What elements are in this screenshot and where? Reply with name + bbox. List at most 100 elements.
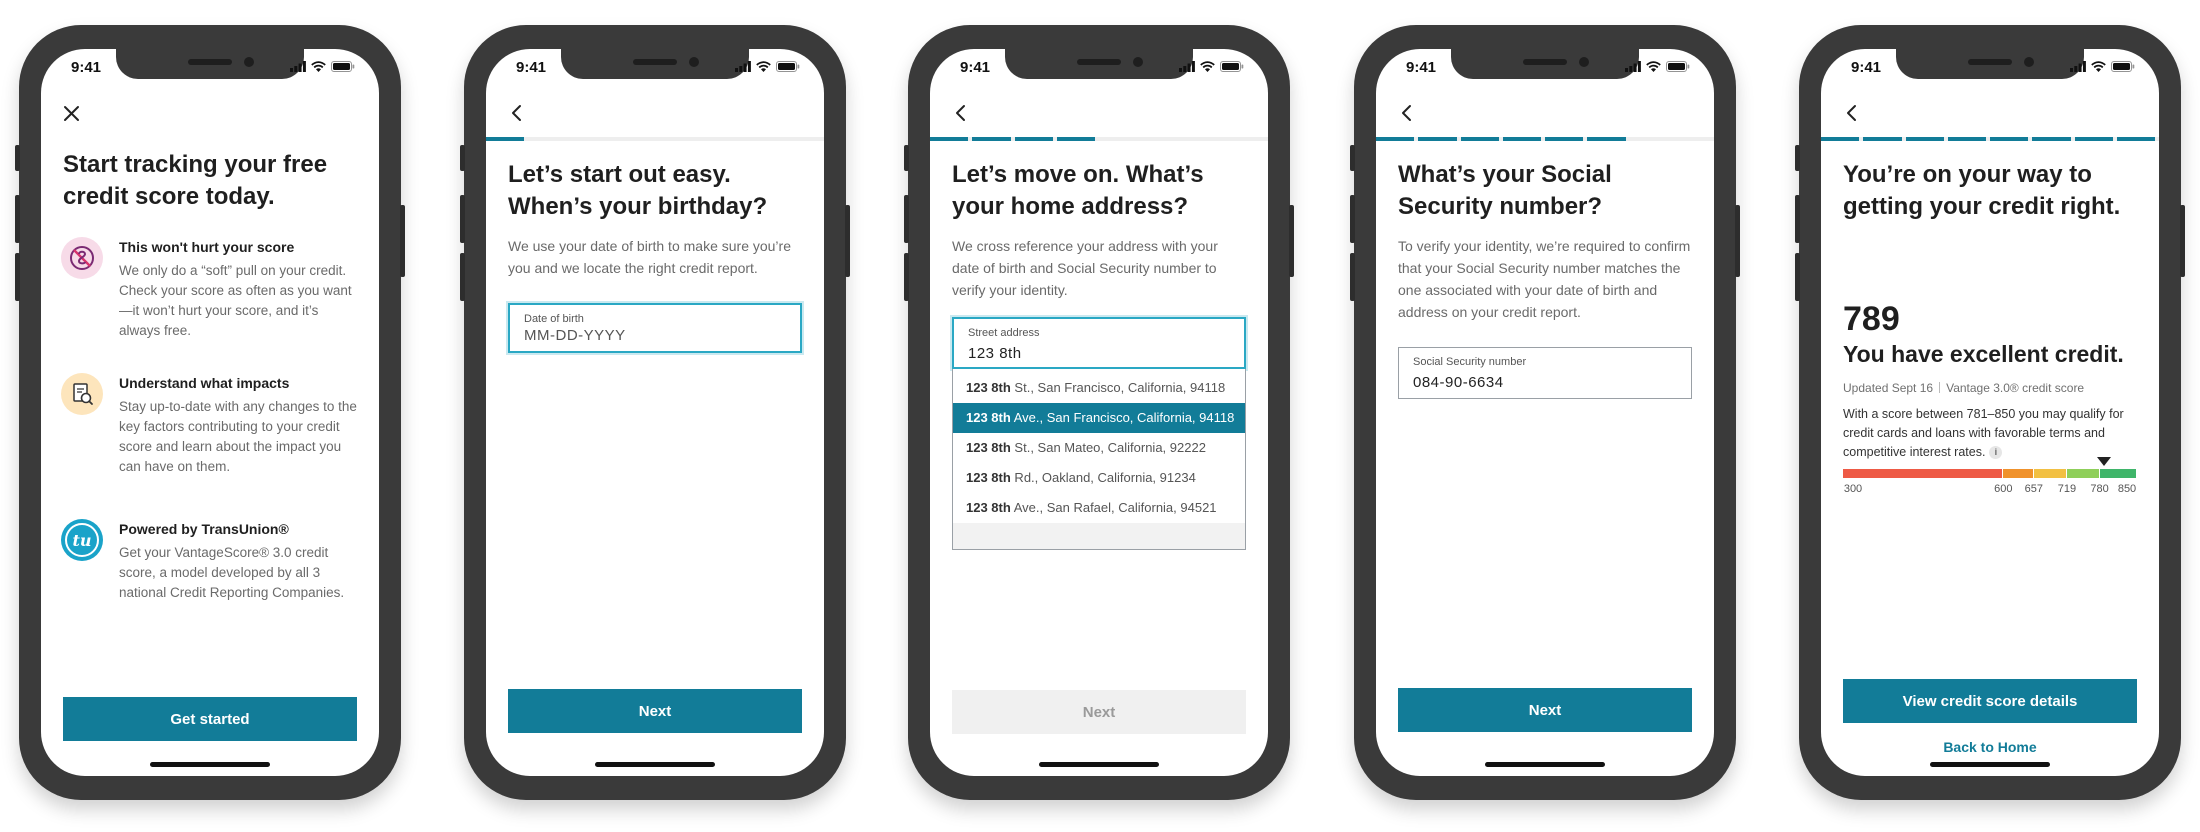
view-credit-score-details-button[interactable]: View credit score details <box>1843 679 2137 723</box>
next-button-disabled[interactable]: Next <box>952 690 1246 734</box>
get-started-button[interactable]: Get started <box>63 697 357 741</box>
feature-description: Get your VantageScore® 3.0 credit score,… <box>119 545 345 600</box>
status-time: 9:41 <box>1406 59 1437 76</box>
phone-frame-intro: 9:41 Start tracking your free credit sco… <box>15 25 405 800</box>
field-label: Street address <box>968 327 1040 339</box>
score-meta: Updated Sept 16 Vantage 3.0® credit score <box>1843 381 2084 395</box>
status-time: 9:41 <box>1851 59 1882 76</box>
address-suggestion[interactable]: 123 8th St., San Francisco, California, … <box>953 373 1245 403</box>
status-icons <box>1179 61 1244 72</box>
progress-segment <box>1821 137 1860 141</box>
field-placeholder: MM-DD-YYYY <box>524 327 626 344</box>
progress-segment <box>486 137 525 141</box>
ssn-field[interactable]: Social Security number 084-90-6634 <box>1398 347 1692 399</box>
no-impact-icon <box>61 237 103 279</box>
feature-title: Powered by TransUnion® <box>119 521 289 537</box>
home-indicator[interactable] <box>150 762 270 767</box>
screen-ssn: 9:41 What’s your Social Security number?… <box>1376 49 1714 776</box>
gauge-tick-label: 657 <box>2024 483 2044 495</box>
screen-address: 9:41 Let’s move on. What’s your home add… <box>930 49 1268 776</box>
status-icons <box>290 61 355 72</box>
home-indicator[interactable] <box>1930 762 2050 767</box>
progress-segment <box>1587 137 1626 141</box>
address-suggestion[interactable]: 123 8th Rd., Oakland, California, 91234 <box>953 463 1245 493</box>
back-button[interactable] <box>1839 101 1863 125</box>
notch <box>1451 49 1639 79</box>
score-model: Vantage 3.0® credit score <box>1946 381 2085 395</box>
wifi-icon <box>756 61 771 72</box>
address-suggestion[interactable]: 123 8th Ave., San Rafael, California, 94… <box>953 493 1245 523</box>
home-indicator[interactable] <box>1039 762 1159 767</box>
phone-frame-birthday: 9:41 Let’s start out easy. When’s your b… <box>460 25 850 800</box>
signal-icon <box>2070 61 2086 72</box>
progress-bar <box>1821 137 2159 141</box>
progress-segment <box>1545 137 1584 141</box>
field-label: Social Security number <box>1413 356 1527 368</box>
signal-icon <box>1179 61 1195 72</box>
address-suggestion[interactable]: 123 8th St., San Mateo, California, 9222… <box>953 433 1245 463</box>
info-icon[interactable]: i <box>1989 446 2003 459</box>
notch <box>1896 49 2084 79</box>
status-icons <box>2070 61 2135 72</box>
back-to-home-link[interactable]: Back to Home <box>1821 739 2159 755</box>
gauge-tick-label: 850 <box>2117 483 2137 495</box>
feature-title: Understand what impacts <box>119 375 290 391</box>
document-search-icon <box>61 373 103 415</box>
screen-intro: 9:41 Start tracking your free credit sco… <box>41 49 379 776</box>
wifi-icon <box>311 61 326 72</box>
gauge-tick-label: 300 <box>1843 483 1863 495</box>
feature-description: Stay up-to-date with any changes to the … <box>119 399 357 474</box>
battery-icon <box>2111 61 2135 72</box>
phone-frame-score: 9:41 You’re on your way to getting your … <box>1795 25 2185 800</box>
page-title: What’s your Social Security number? <box>1398 161 1612 220</box>
gauge-tick-label: 600 <box>1994 483 2013 495</box>
score-marker-icon <box>2097 457 2112 466</box>
status-icons <box>735 61 800 72</box>
back-button[interactable] <box>948 101 972 125</box>
signal-icon <box>735 61 751 72</box>
notch <box>1005 49 1193 79</box>
gauge-band <box>1843 469 2003 478</box>
status-time: 9:41 <box>960 59 991 76</box>
street-address-field[interactable]: Street address 123 8th <box>952 317 1246 369</box>
gauge-band <box>2066 469 2099 478</box>
chevron-left-icon <box>1847 105 1856 121</box>
status-icons <box>1625 61 1690 72</box>
home-indicator[interactable] <box>595 762 715 767</box>
progress-segment <box>1460 137 1499 141</box>
gauge-tick-label: 780 <box>2090 483 2109 495</box>
progress-segment <box>2116 137 2155 141</box>
notch <box>116 49 304 79</box>
battery-icon <box>776 61 800 72</box>
chevron-left-icon <box>512 105 521 121</box>
progress-segment <box>1502 137 1541 141</box>
home-indicator[interactable] <box>1485 762 1605 767</box>
close-button[interactable] <box>59 101 83 125</box>
progress-segment <box>2032 137 2071 141</box>
progress-segment <box>1376 137 1415 141</box>
phone-frame-ssn: 9:41 What’s your Social Security number?… <box>1350 25 1740 800</box>
next-button[interactable]: Next <box>1398 688 1692 732</box>
back-button[interactable] <box>1394 101 1418 125</box>
battery-icon <box>331 61 355 72</box>
page-subtitle: We use your date of birth to make sure y… <box>508 238 791 276</box>
page-subtitle: To verify your identity, we’re required … <box>1398 238 1691 320</box>
field-value: 084-90-6634 <box>1413 374 1504 391</box>
score-description: With a score between 781–850 you may qua… <box>1843 407 2124 459</box>
score-gauge: 300 600 657 719 780 850 <box>1843 457 2137 495</box>
gauge-band <box>2033 469 2066 478</box>
back-button[interactable] <box>504 101 528 125</box>
progress-segment <box>2074 137 2113 141</box>
next-button[interactable]: Next <box>508 689 802 733</box>
notch <box>561 49 749 79</box>
page-title: Let’s start out easy. When’s your birthd… <box>508 161 768 220</box>
date-of-birth-field[interactable]: Date of birth MM-DD-YYYY <box>508 303 802 353</box>
battery-icon <box>1220 61 1244 72</box>
status-time: 9:41 <box>516 59 547 76</box>
credit-score: 789 <box>1843 300 1900 338</box>
gauge-tick-label: 719 <box>2057 483 2077 495</box>
feature-title: This won't hurt your score <box>119 239 295 255</box>
progress-segment <box>1014 137 1053 141</box>
gauge-band <box>2003 469 2033 478</box>
address-suggestion-selected[interactable]: 123 8th Ave., San Francisco, California,… <box>953 403 1245 433</box>
